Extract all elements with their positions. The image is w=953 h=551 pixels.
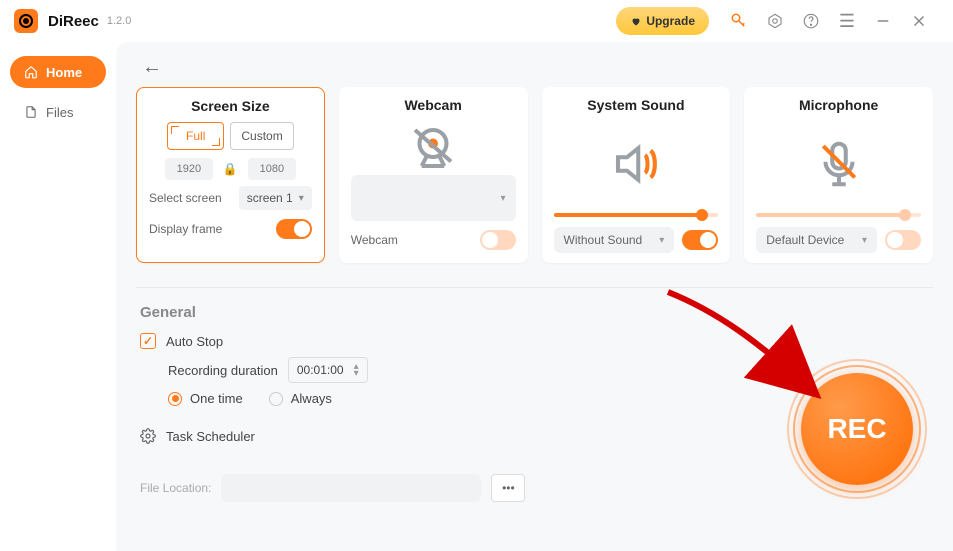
duration-label: Recording duration	[168, 363, 278, 378]
screen-height-field[interactable]: 1080	[248, 158, 296, 180]
content-pane: ← Screen Size Full Custom 1920 🔒 1080 Se…	[116, 42, 953, 551]
screen-title: Screen Size	[149, 98, 312, 114]
display-frame-toggle[interactable]	[276, 219, 312, 239]
help-icon[interactable]	[800, 10, 822, 32]
gear-icon	[140, 428, 156, 444]
sound-slider[interactable]	[554, 213, 719, 217]
chevron-down-icon: ▾	[299, 193, 304, 204]
file-location-label: File Location:	[140, 481, 211, 495]
file-location-field[interactable]	[221, 474, 481, 502]
autostop-checkbox[interactable]	[140, 333, 156, 349]
card-webcam[interactable]: Webcam ▾ Webcam	[339, 87, 528, 263]
rec-button-wrap: REC	[787, 359, 927, 499]
sound-toggle[interactable]	[682, 230, 718, 250]
app-version: 1.2.0	[107, 15, 131, 27]
back-button[interactable]: ←	[142, 56, 162, 79]
chevron-down-icon: ▾	[659, 235, 664, 246]
screen-select[interactable]: screen 1▾	[239, 186, 312, 210]
menu-icon[interactable]: ☰	[836, 10, 858, 32]
divider	[136, 287, 933, 288]
onetime-radio[interactable]	[168, 392, 182, 406]
sidebar: Home Files	[0, 42, 116, 551]
sound-select[interactable]: Without Sound ▾	[554, 227, 675, 253]
autostop-label: Auto Stop	[166, 334, 223, 349]
webcam-off-icon	[406, 121, 460, 175]
lock-icon[interactable]: 🔒	[223, 162, 238, 176]
chevron-down-icon: ▾	[500, 193, 505, 204]
app-name: DiReec	[48, 13, 99, 30]
upgrade-label: Upgrade	[646, 14, 695, 28]
always-label: Always	[291, 391, 332, 406]
mic-title: Microphone	[756, 97, 921, 113]
screen-width-field[interactable]: 1920	[165, 158, 213, 180]
sound-title: System Sound	[554, 97, 719, 113]
close-button[interactable]	[908, 10, 930, 32]
sidebar-home-label: Home	[46, 65, 82, 80]
upgrade-button[interactable]: Upgrade	[616, 7, 709, 35]
screen-full-button[interactable]: Full	[167, 122, 224, 150]
display-frame-label: Display frame	[149, 222, 268, 236]
app-logo	[14, 9, 38, 33]
mic-off-icon	[812, 137, 866, 191]
webcam-label: Webcam	[351, 233, 472, 247]
always-radio[interactable]	[269, 392, 283, 406]
screen-custom-button[interactable]: Custom	[230, 122, 293, 150]
webcam-select[interactable]: ▾	[351, 175, 516, 221]
webcam-toggle[interactable]	[480, 230, 516, 250]
mic-toggle[interactable]	[885, 230, 921, 250]
card-system-sound[interactable]: System Sound Without Sound ▾	[542, 87, 731, 263]
select-screen-label: Select screen	[149, 191, 233, 205]
home-icon	[24, 65, 38, 79]
task-scheduler-label[interactable]: Task Scheduler	[166, 429, 255, 444]
speaker-icon	[609, 137, 663, 191]
sidebar-item-files[interactable]: Files	[10, 96, 106, 128]
titlebar: DiReec 1.2.0 Upgrade ☰	[0, 0, 953, 42]
onetime-label: One time	[190, 391, 243, 406]
mic-select[interactable]: Default Device ▾	[756, 227, 877, 253]
card-screen-size[interactable]: Screen Size Full Custom 1920 🔒 1080 Sele…	[136, 87, 325, 263]
key-icon[interactable]	[728, 10, 750, 32]
general-heading: General	[140, 304, 933, 321]
card-microphone[interactable]: Microphone Default Device ▾	[744, 87, 933, 263]
webcam-title: Webcam	[351, 97, 516, 113]
duration-field[interactable]: 00:01:00 ▴▾	[288, 357, 368, 383]
sidebar-item-home[interactable]: Home	[10, 56, 106, 88]
chevron-down-icon: ▾	[862, 235, 867, 246]
crown-icon	[630, 15, 642, 27]
sidebar-files-label: Files	[46, 105, 73, 120]
files-icon	[24, 105, 38, 119]
browse-button[interactable]: •••	[491, 474, 525, 502]
minimize-button[interactable]	[872, 10, 894, 32]
settings-icon[interactable]	[764, 10, 786, 32]
mic-slider[interactable]	[756, 213, 921, 217]
stepper-icon[interactable]: ▴▾	[354, 363, 359, 377]
